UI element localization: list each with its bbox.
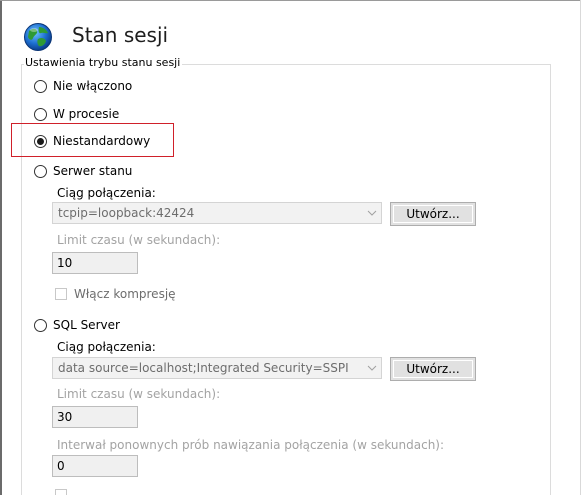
sql-retry-label: Interwał ponownych prób nawiązania połąc… — [57, 438, 445, 452]
radio-not-enabled[interactable]: Nie włączono — [34, 78, 132, 94]
sql-timeout-label: Limit czasu (w sekundach): — [57, 387, 221, 401]
radio-label-custom: Niestandardowy — [53, 134, 151, 148]
session-mode-legend: Ustawienia trybu stanu sesji — [24, 56, 183, 69]
sql-timeout-input[interactable]: 30 — [52, 406, 138, 428]
radio-state-server[interactable]: Serwer stanu — [34, 163, 132, 179]
sql-create-button[interactable]: Utwórz... — [390, 357, 476, 381]
window-left-border — [0, 1, 2, 495]
radio-circle[interactable] — [34, 107, 47, 121]
radio-sql-server[interactable]: SQL Server — [34, 317, 120, 333]
sql-connection-label: Ciąg połączenia: — [57, 340, 156, 354]
state-server-create-button[interactable]: Utwórz... — [390, 202, 476, 226]
state-server-connection-combo[interactable]: tcpip=loopback:42424 — [52, 202, 382, 224]
compression-checkbox-label: Włącz kompresję — [74, 287, 176, 301]
compression-checkbox-row[interactable]: Włącz kompresję — [55, 286, 176, 302]
globe-icon — [24, 23, 52, 51]
radio-custom[interactable]: Niestandardowy — [34, 133, 150, 149]
radio-label-state-server: Serwer stanu — [53, 164, 133, 178]
sql-partial-checkbox[interactable] — [55, 489, 67, 495]
state-server-connection-label: Ciąg połączenia: — [57, 186, 156, 200]
radio-label-not-enabled: Nie włączono — [53, 79, 133, 93]
sql-create-label: Utwórz... — [393, 360, 473, 378]
window-top-border — [0, 0, 581, 1]
radio-circle[interactable] — [34, 318, 47, 332]
radio-selected-dot — [37, 137, 44, 145]
session-state-page: Stan sesji Ustawienia trybu stanu sesji … — [0, 0, 581, 495]
state-server-timeout-label: Limit czasu (w sekundach): — [57, 233, 221, 247]
page-title: Stan sesji — [72, 23, 169, 47]
state-server-create-label: Utwórz... — [393, 205, 473, 223]
radio-circle[interactable] — [34, 79, 47, 93]
chevron-down-icon[interactable] — [363, 203, 381, 223]
sql-partial-checkbox-row[interactable] — [55, 487, 67, 495]
radio-label-sql-server: SQL Server — [53, 318, 120, 332]
compression-checkbox[interactable] — [55, 288, 67, 300]
radio-circle[interactable] — [34, 164, 47, 178]
state-server-connection-value: tcpip=loopback:42424 — [58, 206, 195, 220]
sql-connection-value: data source=localhost;Integrated Securit… — [58, 361, 349, 375]
radio-label-in-process: W procesie — [53, 107, 120, 121]
radio-circle-selected[interactable] — [34, 134, 47, 148]
sql-connection-combo[interactable]: data source=localhost;Integrated Securit… — [52, 357, 382, 379]
chevron-down-icon[interactable] — [363, 358, 381, 378]
state-server-timeout-input[interactable]: 10 — [52, 252, 138, 274]
radio-in-process[interactable]: W procesie — [34, 106, 119, 122]
sql-retry-input[interactable]: 0 — [52, 455, 138, 477]
